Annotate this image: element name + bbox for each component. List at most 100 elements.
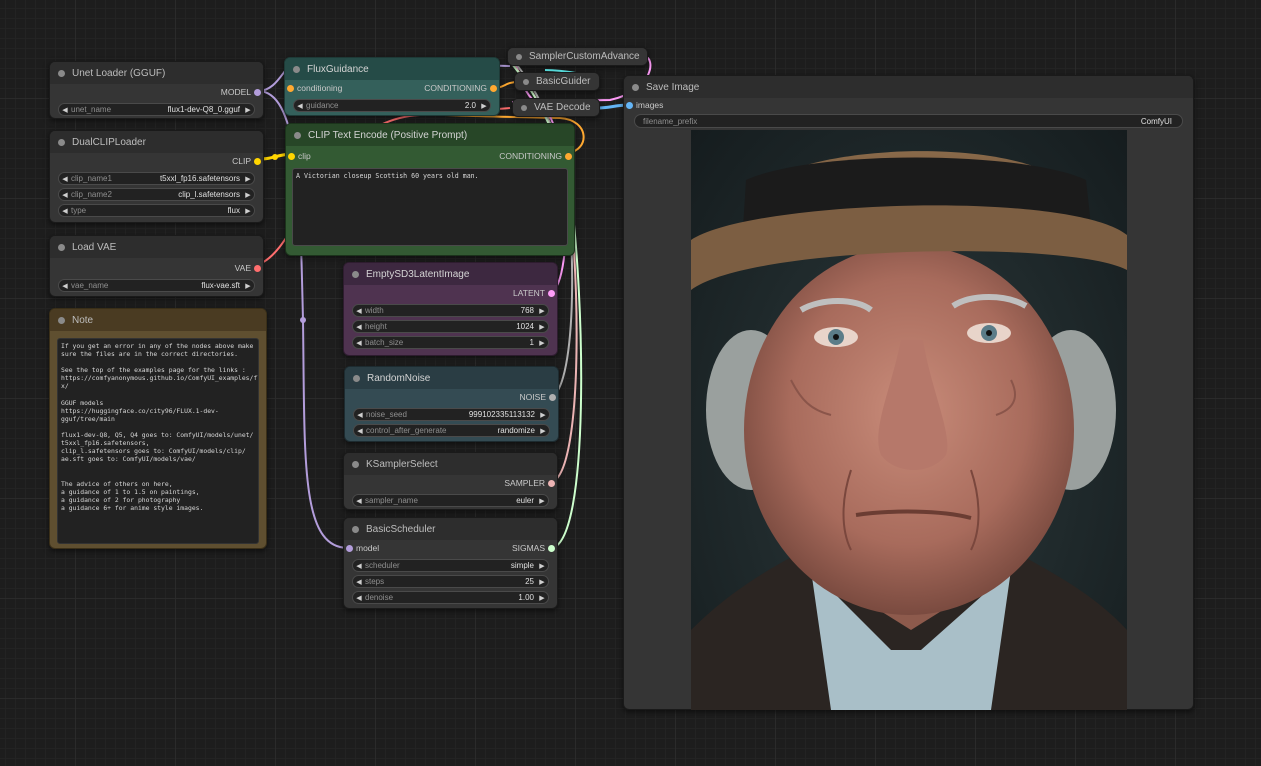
- output-slot-noise[interactable]: [549, 393, 556, 401]
- collapse-dot-icon[interactable]: [632, 83, 639, 91]
- node-basic-guider[interactable]: BasicGuider: [514, 72, 600, 91]
- input-slot-conditioning[interactable]: [287, 84, 294, 92]
- arrow-left-icon[interactable]: ◀: [353, 307, 365, 315]
- collapse-dot-icon[interactable]: [294, 131, 301, 139]
- widget-batch-size[interactable]: ◀ batch_size 1 ▶: [352, 336, 549, 349]
- image-preview[interactable]: [691, 130, 1127, 710]
- widget-noise-seed[interactable]: ◀ noise_seed 999102335113132 ▶: [353, 408, 550, 421]
- arrow-right-icon[interactable]: ▶: [536, 578, 548, 586]
- node-clip-text-encode[interactable]: CLIP Text Encode (Positive Prompt) clip …: [285, 123, 575, 256]
- arrow-left-icon[interactable]: ◀: [353, 323, 365, 331]
- node-title-bar[interactable]: RandomNoise: [345, 367, 558, 389]
- collapse-dot-icon[interactable]: [58, 138, 65, 146]
- collapse-dot-icon[interactable]: [353, 374, 360, 382]
- arrow-right-icon[interactable]: ▶: [242, 175, 254, 183]
- node-vae-decode[interactable]: VAE Decode: [512, 98, 600, 117]
- node-load-vae[interactable]: Load VAE VAE ◀ vae_name flux-vae.sft ▶: [49, 235, 264, 297]
- arrow-left-icon[interactable]: ◀: [59, 191, 71, 199]
- collapse-dot-icon[interactable]: [352, 460, 359, 468]
- node-title-bar[interactable]: VAE Decode: [513, 99, 599, 116]
- node-title-bar[interactable]: BasicScheduler: [344, 518, 557, 540]
- arrow-left-icon[interactable]: ◀: [354, 427, 366, 435]
- output-slot-sigmas[interactable]: [548, 544, 555, 552]
- arrow-right-icon[interactable]: ▶: [242, 207, 254, 215]
- arrow-left-icon[interactable]: ◀: [59, 207, 71, 215]
- arrow-left-icon[interactable]: ◀: [59, 106, 71, 114]
- node-flux-guidance[interactable]: FluxGuidance conditioning CONDITIONING ◀…: [284, 57, 500, 116]
- node-empty-latent[interactable]: EmptySD3LatentImage LATENT ◀ width 768 ▶…: [343, 262, 558, 356]
- arrow-right-icon[interactable]: ▶: [536, 323, 548, 331]
- output-slot-latent[interactable]: [548, 289, 555, 297]
- widget-control-after-generate[interactable]: ◀ control_after_generate randomize ▶: [353, 424, 550, 437]
- collapse-dot-icon[interactable]: [58, 69, 65, 77]
- widget-steps[interactable]: ◀ steps 25 ▶: [352, 575, 549, 588]
- node-ksampler-select[interactable]: KSamplerSelect SAMPLER ◀ sampler_name eu…: [343, 452, 558, 510]
- arrow-left-icon[interactable]: ◀: [353, 339, 365, 347]
- node-title-bar[interactable]: KSamplerSelect: [344, 453, 557, 475]
- output-slot-vae[interactable]: [254, 264, 261, 272]
- arrow-left-icon[interactable]: ◀: [353, 497, 365, 505]
- widget-denoise[interactable]: ◀ denoise 1.00 ▶: [352, 591, 549, 604]
- arrow-left-icon[interactable]: ◀: [59, 282, 71, 290]
- output-slot-model[interactable]: [254, 88, 261, 96]
- node-dual-clip-loader[interactable]: DualCLIPLoader CLIP ◀ clip_name1 t5xxl_f…: [49, 130, 264, 223]
- node-title-bar[interactable]: BasicGuider: [515, 73, 599, 90]
- widget-clip-name1[interactable]: ◀ clip_name1 t5xxl_fp16.safetensors ▶: [58, 172, 255, 185]
- widget-filename-prefix[interactable]: filename_prefix ComfyUI: [634, 114, 1183, 128]
- output-slot-conditioning[interactable]: [565, 152, 572, 160]
- arrow-left-icon[interactable]: ◀: [294, 102, 306, 110]
- collapse-dot-icon[interactable]: [523, 78, 529, 85]
- arrow-right-icon[interactable]: ▶: [478, 102, 490, 110]
- collapse-dot-icon[interactable]: [352, 270, 359, 278]
- output-slot-sampler[interactable]: [548, 479, 555, 487]
- arrow-right-icon[interactable]: ▶: [242, 282, 254, 290]
- input-slot-model[interactable]: [346, 544, 353, 552]
- arrow-left-icon[interactable]: ◀: [353, 594, 365, 602]
- node-title-bar[interactable]: CLIP Text Encode (Positive Prompt): [286, 124, 574, 146]
- node-title-bar[interactable]: EmptySD3LatentImage: [344, 263, 557, 285]
- node-title-bar[interactable]: Note: [50, 309, 266, 331]
- arrow-right-icon[interactable]: ▶: [242, 191, 254, 199]
- arrow-left-icon[interactable]: ◀: [353, 578, 365, 586]
- node-title-bar[interactable]: FluxGuidance: [285, 58, 499, 80]
- node-save-image[interactable]: Save Image images filename_prefix ComfyU…: [623, 75, 1194, 710]
- output-slot-clip[interactable]: [254, 157, 261, 165]
- note-text[interactable]: If you get an error in any of the nodes …: [57, 338, 259, 544]
- output-slot-conditioning[interactable]: [490, 84, 497, 92]
- widget-clip-name2[interactable]: ◀ clip_name2 clip_l.safetensors ▶: [58, 188, 255, 201]
- arrow-right-icon[interactable]: ▶: [536, 307, 548, 315]
- arrow-left-icon[interactable]: ◀: [354, 411, 366, 419]
- widget-guidance[interactable]: ◀ guidance 2.0 ▶: [293, 99, 491, 112]
- widget-vae-name[interactable]: ◀ vae_name flux-vae.sft ▶: [58, 279, 255, 292]
- node-title-bar[interactable]: Save Image: [624, 76, 1193, 98]
- collapse-dot-icon[interactable]: [293, 65, 300, 73]
- input-slot-images[interactable]: [626, 101, 633, 109]
- arrow-left-icon[interactable]: ◀: [353, 562, 365, 570]
- arrow-right-icon[interactable]: ▶: [242, 106, 254, 114]
- node-title-bar[interactable]: SamplerCustomAdvance: [508, 48, 647, 65]
- widget-scheduler[interactable]: ◀ scheduler simple ▶: [352, 559, 549, 572]
- collapse-dot-icon[interactable]: [516, 53, 522, 60]
- arrow-right-icon[interactable]: ▶: [536, 497, 548, 505]
- widget-unet-name[interactable]: ◀ unet_name flux1-dev-Q8_0.gguf ▶: [58, 103, 255, 116]
- arrow-right-icon[interactable]: ▶: [536, 339, 548, 347]
- collapse-dot-icon[interactable]: [352, 525, 359, 533]
- arrow-right-icon[interactable]: ▶: [537, 411, 549, 419]
- node-title-bar[interactable]: Load VAE: [50, 236, 263, 258]
- node-random-noise[interactable]: RandomNoise NOISE ◀ noise_seed 999102335…: [344, 366, 559, 442]
- node-note[interactable]: Note If you get an error in any of the n…: [49, 308, 267, 549]
- collapse-dot-icon[interactable]: [58, 316, 65, 324]
- prompt-textarea[interactable]: A Victorian closeup Scottish 60 years ol…: [292, 168, 568, 246]
- collapse-dot-icon[interactable]: [521, 104, 527, 111]
- widget-type[interactable]: ◀ type flux ▶: [58, 204, 255, 217]
- node-basic-scheduler[interactable]: BasicScheduler model SIGMAS ◀ scheduler …: [343, 517, 558, 609]
- widget-height[interactable]: ◀ height 1024 ▶: [352, 320, 549, 333]
- node-sampler-custom-advanced[interactable]: SamplerCustomAdvance: [507, 47, 648, 66]
- widget-sampler-name[interactable]: ◀ sampler_name euler ▶: [352, 494, 549, 507]
- arrow-left-icon[interactable]: ◀: [59, 175, 71, 183]
- node-title-bar[interactable]: Unet Loader (GGUF): [50, 62, 263, 84]
- arrow-right-icon[interactable]: ▶: [537, 427, 549, 435]
- node-title-bar[interactable]: DualCLIPLoader: [50, 131, 263, 153]
- arrow-right-icon[interactable]: ▶: [536, 594, 548, 602]
- widget-width[interactable]: ◀ width 768 ▶: [352, 304, 549, 317]
